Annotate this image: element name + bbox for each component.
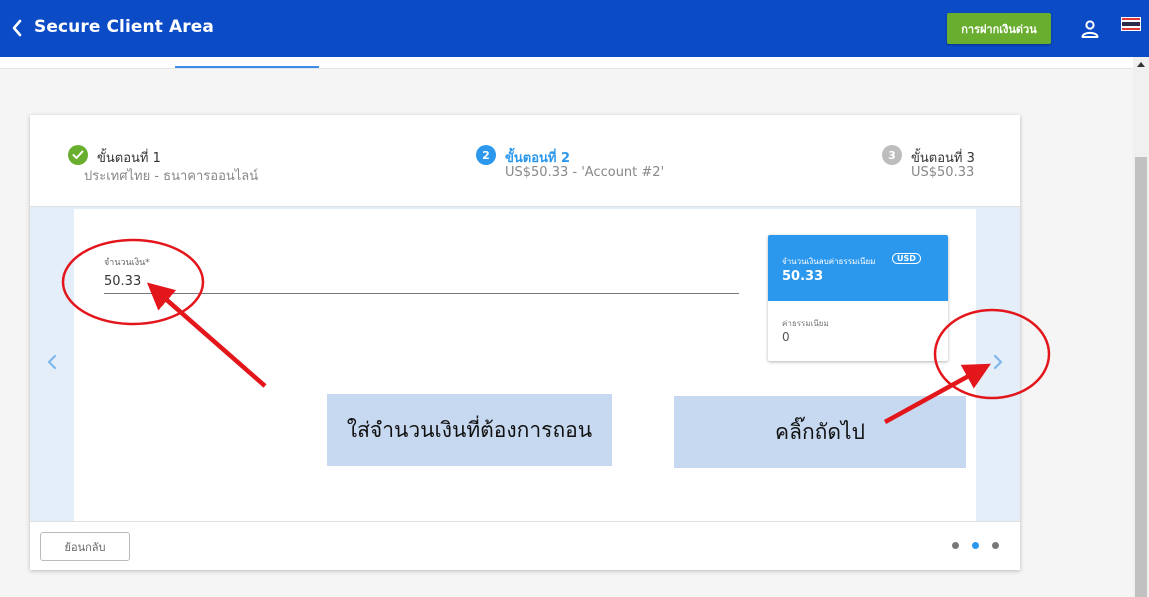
check-icon — [68, 145, 88, 165]
chevron-right-icon[interactable] — [988, 347, 1008, 377]
fee-label: ค่าธรรมเนียม — [782, 319, 829, 328]
summary-panel: จำนวนเงินลบค่าธรรมเนียม USD 50.33 ค่าธรร… — [768, 235, 948, 361]
user-icon[interactable] — [1080, 19, 1100, 39]
pagination-dot-1[interactable] — [952, 542, 959, 549]
quick-deposit-button[interactable]: การฝากเงินด่วน — [947, 13, 1051, 44]
net-amount-value: 50.33 — [782, 269, 824, 284]
sub-tab-bar — [0, 57, 1133, 69]
step-1-subtitle: ประเทศไทย - ธนาคารออนไลน์ — [84, 169, 259, 184]
card-footer: ย้อนกลับ — [30, 521, 1020, 570]
back-icon[interactable] — [10, 18, 24, 38]
withdrawal-card: ขั้นตอนที่ 1 ประเทศไทย - ธนาคารออนไลน์ 2… — [30, 115, 1020, 570]
amount-label: จำนวนเงิน* — [104, 258, 150, 268]
scroll-up-icon[interactable] — [1137, 62, 1145, 67]
amount-input[interactable] — [104, 269, 739, 294]
net-amount-label: จำนวนเงินลบค่าธรรมเนียม — [782, 257, 876, 266]
step-3-number: 3 — [882, 145, 902, 165]
pagination-dot-2-active[interactable] — [972, 542, 979, 549]
page-scrollbar[interactable] — [1133, 57, 1149, 597]
chevron-left-icon[interactable] — [42, 347, 62, 377]
step-2-number: 2 — [476, 145, 496, 165]
fee-value: 0 — [782, 330, 790, 344]
annotation-click-next: คลิ๊กถัดไป — [674, 396, 966, 468]
app-title: Secure Client Area — [34, 17, 214, 37]
thailand-flag-icon[interactable] — [1121, 17, 1141, 31]
scroll-thumb[interactable] — [1135, 157, 1147, 597]
step-3-subtitle: US$50.33 — [911, 165, 975, 180]
back-button[interactable]: ย้อนกลับ — [40, 532, 130, 561]
stepper: ขั้นตอนที่ 1 ประเทศไทย - ธนาคารออนไลน์ 2… — [30, 115, 1020, 207]
top-app-bar: Secure Client Area การฝากเงินด่วน — [0, 0, 1149, 57]
annotation-enter-amount: ใส่จำนวนเงินที่ต้องการถอน — [327, 394, 612, 466]
carousel-slide: จำนวนเงิน* จำนวนเงินลบค่าธรรมเนียม USD 5… — [74, 209, 976, 521]
carousel-pagination — [952, 542, 1002, 552]
summary-header: จำนวนเงินลบค่าธรรมเนียม USD 50.33 — [768, 235, 948, 301]
carousel: จำนวนเงิน* จำนวนเงินลบค่าธรรมเนียม USD 5… — [30, 207, 1020, 521]
active-tab-indicator — [175, 66, 319, 68]
pagination-dot-3[interactable] — [992, 542, 999, 549]
currency-badge: USD — [892, 253, 921, 264]
step-2-subtitle: US$50.33 - 'Account #2' — [505, 165, 665, 180]
